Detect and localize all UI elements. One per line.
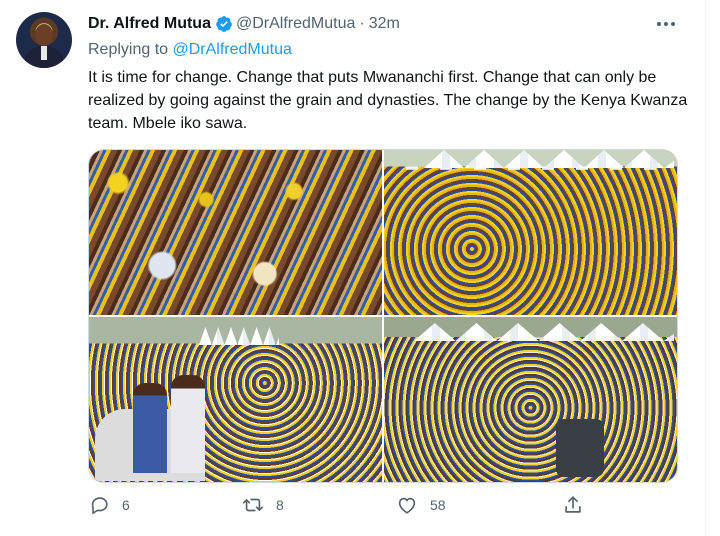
photo-crowd-raising-hands[interactable] (89, 150, 382, 315)
reply-button[interactable]: 6 (88, 494, 130, 516)
photo-crowd-under-tents[interactable] (384, 150, 677, 315)
more-dot (664, 22, 668, 26)
retweet-button[interactable]: 8 (242, 494, 284, 516)
share-button[interactable] (562, 494, 584, 516)
photo-leaders-on-car[interactable] (89, 317, 382, 482)
avatar[interactable] (16, 12, 72, 68)
media-grid (88, 149, 678, 483)
person-right (171, 375, 205, 473)
retweet-count: 8 (276, 497, 284, 513)
avatar-shirt (41, 46, 47, 60)
heart-icon (398, 497, 416, 514)
more-dot (657, 22, 661, 26)
author-name[interactable]: Dr. Alfred Mutua (88, 14, 211, 34)
person-left (133, 383, 167, 473)
tweet-timestamp[interactable]: 32m (369, 14, 400, 34)
replying-to-prefix: Replying to (88, 41, 173, 58)
share-icon (565, 496, 581, 513)
tent-roofs (199, 327, 279, 345)
reply-icon (91, 497, 108, 515)
photo-crowd-rally[interactable] (384, 317, 677, 482)
tweet[interactable]: Dr. Alfred Mutua @DrAlfredMutua · 32m Re… (0, 0, 706, 536)
like-count: 58 (430, 497, 446, 513)
retweet-icon (243, 498, 263, 512)
author-handle[interactable]: @DrAlfredMutua (236, 14, 355, 34)
tent-roofs (424, 150, 674, 168)
more-dot (671, 22, 675, 26)
tweet-header: Dr. Alfred Mutua @DrAlfredMutua · 32m (88, 14, 400, 34)
car (556, 419, 604, 477)
tweet-text: It is time for change. Change that puts … (88, 69, 688, 132)
like-button[interactable]: 58 (396, 494, 446, 516)
avatar-face (35, 24, 53, 46)
separator-dot: · (359, 15, 365, 32)
reply-count: 6 (122, 497, 130, 513)
verified-badge-icon (216, 16, 232, 32)
replying-to-link[interactable]: @DrAlfredMutua (173, 41, 292, 58)
more-options-icon[interactable] (655, 14, 677, 34)
replying-to: Replying to @DrAlfredMutua (88, 40, 292, 60)
tweet-actions: 6 8 58 (80, 494, 600, 524)
tent-roofs (414, 323, 674, 341)
